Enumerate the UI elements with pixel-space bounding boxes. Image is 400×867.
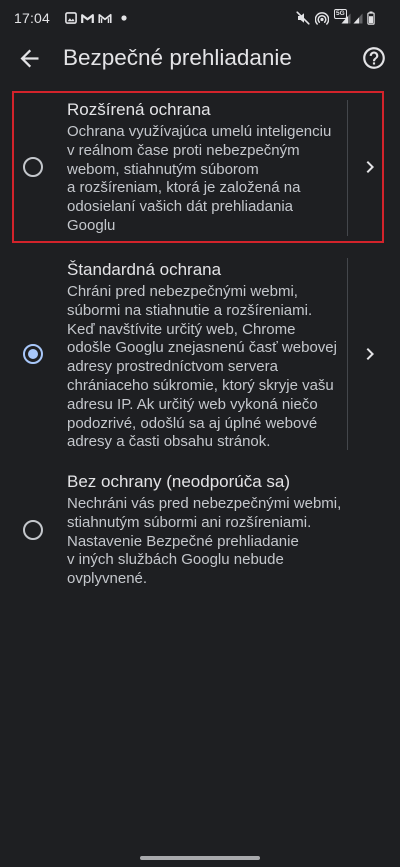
chevron-right-icon xyxy=(366,161,374,173)
hotspot-icon xyxy=(315,12,329,25)
back-button[interactable] xyxy=(16,44,44,72)
status-time: 17:04 xyxy=(14,10,51,26)
standard-protection-details-button[interactable] xyxy=(358,342,382,366)
vertical-divider xyxy=(347,258,348,450)
vertical-divider xyxy=(347,100,348,236)
option-description: Nechráni vás pred nebezpečnými webmi, st… xyxy=(67,495,342,588)
chevron-right-icon xyxy=(366,348,374,360)
option-title: Bez ochrany (neodporúča sa) xyxy=(67,472,291,491)
option-text: Bez ochrany (neodporúča sa) Nechráni vás… xyxy=(67,471,341,589)
option-text: Štandardná ochrana Chráni pred nebezpečn… xyxy=(67,259,337,452)
arrow-back-icon xyxy=(20,49,39,67)
help-button[interactable] xyxy=(361,45,387,71)
radio-enhanced-protection[interactable] xyxy=(23,157,43,177)
option-description: Ochrana využívajúca umelú inteligenciu v… xyxy=(67,123,332,234)
option-text: Rozšírená ochrana Ochrana využívajúca um… xyxy=(67,99,331,236)
option-standard-protection[interactable]: Štandardná ochrana Chráni pred nebezpečn… xyxy=(0,250,400,460)
option-title: Štandardná ochrana xyxy=(67,260,222,279)
option-no-protection[interactable]: Bez ochrany (neodporúča sa) Nechráni vás… xyxy=(0,462,400,592)
gesture-handle[interactable] xyxy=(140,856,260,860)
status-bar: 17:04 5G xyxy=(0,0,400,36)
gmail-icon xyxy=(81,14,94,23)
mute-icon xyxy=(296,11,310,25)
safe-browsing-screen: 17:04 5G Bezpečné prehliadanie Rozšírená… xyxy=(0,0,400,867)
option-enhanced-protection[interactable]: Rozšírená ochrana Ochrana využívajúca um… xyxy=(0,91,400,243)
signal-icon xyxy=(353,13,363,24)
image-icon xyxy=(65,12,77,24)
option-description: Chráni pred nebezpečnými webmi, súbormi … xyxy=(67,283,337,451)
gmail-outline-icon xyxy=(98,13,112,23)
page-title: Bezpečné prehliadanie xyxy=(63,45,292,70)
help-icon xyxy=(363,47,385,69)
dot-icon xyxy=(121,15,127,21)
battery-icon xyxy=(367,11,375,25)
signal-5g-icon xyxy=(341,13,351,24)
radio-standard-protection[interactable] xyxy=(23,344,43,364)
radio-no-protection[interactable] xyxy=(23,520,43,540)
enhanced-protection-details-button[interactable] xyxy=(358,155,382,179)
option-title: Rozšírená ochrana xyxy=(67,100,211,119)
